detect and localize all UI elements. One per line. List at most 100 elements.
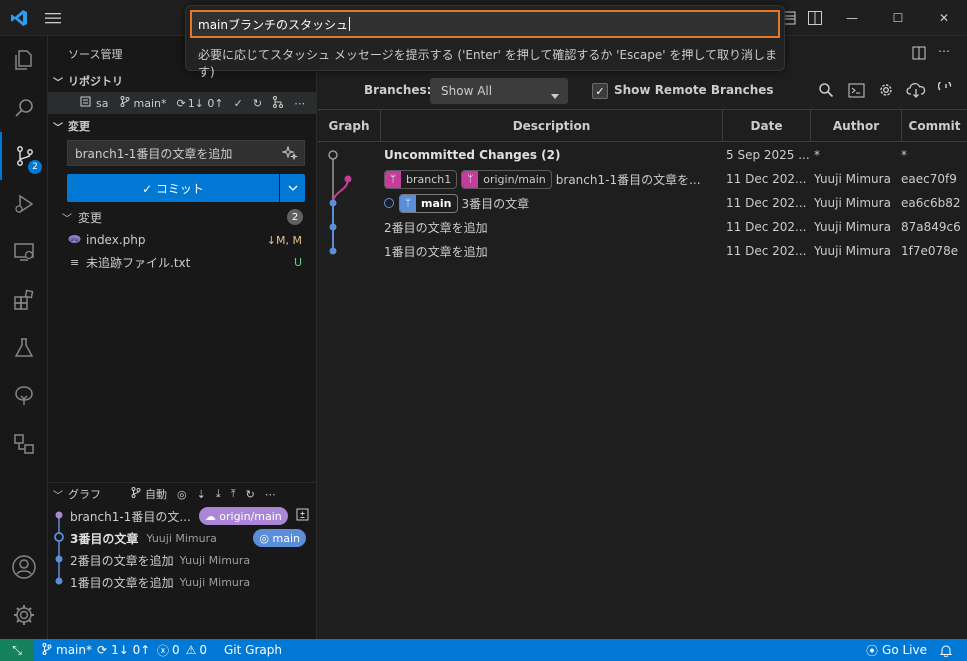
split-editor-icon[interactable] xyxy=(912,46,926,60)
settings-gear-icon[interactable] xyxy=(876,80,896,100)
maximize-button[interactable]: ☐ xyxy=(875,0,921,36)
changes-section-header[interactable]: ﹀ 変更 xyxy=(48,115,317,137)
commit-message-input[interactable]: branch1-1番目の文章を追加 xyxy=(67,140,305,166)
search-icon[interactable] xyxy=(0,84,48,132)
run-debug-icon[interactable] xyxy=(0,180,48,228)
remote-indicator[interactable]: ⤡ xyxy=(0,639,34,661)
minimize-button[interactable]: — xyxy=(829,0,875,36)
column-header-date[interactable]: Date xyxy=(723,110,811,142)
notifications-bell-icon[interactable] xyxy=(940,639,952,661)
graph-commit-row[interactable]: 1番目の文章を追加 Yuuji Mimura xyxy=(48,571,316,593)
graph-commit-row[interactable]: 3番目の文章 Yuuji Mimura ◎ main xyxy=(48,527,316,549)
commit-row[interactable]: ᛘ branch1 ᛘ origin/main branch1-1番目の文章を...… xyxy=(318,167,967,191)
dropdown-arrow-icon xyxy=(551,88,559,102)
repository-row[interactable]: sa main* ⟳ 1↓ 0↑ ✓ ↻ ⋯ xyxy=(48,92,316,114)
column-header-graph[interactable]: Graph xyxy=(318,110,381,142)
push-icon[interactable]: ⤒ xyxy=(231,487,236,501)
commit-author: Yuuji Mimura xyxy=(814,172,891,186)
testing-flask-icon[interactable] xyxy=(0,324,48,372)
stash-message-input[interactable]: mainブランチのスタッシュ xyxy=(190,10,780,38)
column-header-commit[interactable]: Commit xyxy=(902,110,967,142)
source-control-icon[interactable]: 2 xyxy=(0,132,48,180)
main-ref-badge[interactable]: ᛘ main xyxy=(399,193,458,213)
more-actions-icon[interactable]: ⋯ xyxy=(294,97,305,110)
commit-hash: ea6c6b82 xyxy=(901,196,961,210)
refresh-icon[interactable]: ↻ xyxy=(246,488,255,501)
graph-panel-header[interactable]: ﹀ グラフ 自動 ◎ ⇣ ⤓ ⤒ ↻ ⋯ xyxy=(48,483,316,505)
fetch-cloud-icon[interactable] xyxy=(906,80,926,100)
more-actions-icon[interactable]: ⋯ xyxy=(265,488,276,501)
remote-explorer-icon[interactable] xyxy=(0,228,48,276)
graph-commit-row[interactable]: branch1-1番目の文... ☁ origin/main xyxy=(48,505,316,527)
commit-row[interactable]: 1番目の文章を追加 11 Dec 202... Yuuji Mimura 1f7… xyxy=(318,239,967,263)
refresh-icon[interactable] xyxy=(936,80,956,100)
pull-icon[interactable]: ⤓ xyxy=(216,487,221,501)
status-branch-name: main* xyxy=(56,643,92,657)
terminal-icon[interactable] xyxy=(846,80,866,100)
scm-count-badge: 2 xyxy=(28,160,42,174)
commit-date: 11 Dec 202... xyxy=(726,220,807,234)
git-graph-icon[interactable] xyxy=(0,372,48,420)
target-icon[interactable]: ◎ xyxy=(177,488,187,501)
show-remote-checkbox[interactable]: ✓ xyxy=(592,83,608,99)
changes-group-label: 変更 xyxy=(78,210,103,225)
branches-select-value: Show All xyxy=(441,84,493,98)
changes-group-row[interactable]: ﹀ 変更 2 xyxy=(48,206,316,228)
branches-select[interactable]: Show All xyxy=(430,78,568,104)
column-header-description[interactable]: Description xyxy=(381,110,723,142)
graph-branch-filter-icon[interactable] xyxy=(131,487,141,501)
php-file-icon: php xyxy=(68,233,84,247)
account-icon[interactable] xyxy=(0,543,48,591)
activity-bar: 2 xyxy=(0,36,48,639)
status-sync-counts: 1↓ 0↑ xyxy=(111,643,151,657)
compare-icon[interactable] xyxy=(296,508,309,524)
commit-row[interactable]: ᛘ main 3番目の文章 11 Dec 202... Yuuji Mimura … xyxy=(318,191,967,215)
layout-sidebar-icon[interactable] xyxy=(807,10,823,26)
status-warning-count: 0 xyxy=(199,643,208,657)
stash-message-value: mainブランチのスタッシュ xyxy=(198,17,348,32)
file-row[interactable]: php index.php ↓M, M xyxy=(48,229,316,251)
commit-message: branch1-1番目の文... xyxy=(70,509,191,524)
commit-dropdown-button[interactable] xyxy=(280,174,305,202)
sparkle-ai-icon[interactable] xyxy=(281,145,298,164)
remote-ref-badge[interactable]: ᛘ origin/main xyxy=(461,169,552,189)
repo-sync-counts[interactable]: 1↓ 0↑ xyxy=(188,97,224,110)
close-button[interactable]: ✕ xyxy=(921,0,967,36)
go-live-label: Go Live xyxy=(882,643,927,657)
repo-icon xyxy=(80,96,94,110)
more-actions-icon[interactable]: ⋯ xyxy=(938,44,950,58)
file-name: 未追跡ファイル.txt xyxy=(86,255,191,270)
broadcast-icon: ⦿ xyxy=(866,643,879,658)
commit-check-icon[interactable]: ✓ xyxy=(234,97,243,110)
graph-commit-row[interactable]: 2番目の文章を追加 Yuuji Mimura xyxy=(48,549,316,571)
text-file-icon: ≡ xyxy=(70,255,80,269)
refresh-icon[interactable]: ↻ xyxy=(253,97,262,110)
menu-icon[interactable] xyxy=(44,10,62,26)
status-branch[interactable]: main* xyxy=(42,639,92,661)
branch-icon: ᛘ xyxy=(400,194,416,212)
status-go-live[interactable]: ⦿ Go Live xyxy=(866,639,927,661)
graph-auto-label[interactable]: 自動 xyxy=(145,486,167,502)
repo-branch[interactable]: main* xyxy=(133,97,166,110)
extensions-icon[interactable] xyxy=(0,276,48,324)
explorer-icon[interactable] xyxy=(0,36,48,84)
sidebar-title: ソース管理 xyxy=(68,48,123,61)
status-sync[interactable]: ⟳ 1↓ 0↑ xyxy=(97,639,150,661)
status-problems[interactable]: ⓧ 0 ⚠ 0 xyxy=(157,639,207,661)
settings-gear-icon[interactable] xyxy=(0,591,48,639)
graph-branch-icon[interactable] xyxy=(272,95,284,111)
column-header-author[interactable]: Author xyxy=(811,110,902,142)
commit-description: 2番目の文章を追加 xyxy=(384,220,488,235)
find-icon[interactable] xyxy=(816,80,836,100)
commit-row[interactable]: Uncommitted Changes (2) 5 Sep 2025 ... *… xyxy=(318,143,967,167)
branch-ref-badge[interactable]: ᛘ branch1 xyxy=(384,169,458,189)
fetch-icon[interactable]: ⇣ xyxy=(197,488,206,501)
status-git-graph[interactable]: Git Graph xyxy=(224,639,282,661)
commit-row[interactable]: 2番目の文章を追加 11 Dec 202... Yuuji Mimura 87a… xyxy=(318,215,967,239)
chevron-down-icon: ﹀ xyxy=(53,490,63,502)
commit-button[interactable]: ✓ コミット xyxy=(67,174,279,202)
file-row[interactable]: ≡ 未追跡ファイル.txt U xyxy=(48,251,316,273)
branches-label: Branches: xyxy=(364,83,432,97)
commit-author: Yuuji Mimura xyxy=(814,196,891,210)
workspace-icon[interactable] xyxy=(0,420,48,468)
